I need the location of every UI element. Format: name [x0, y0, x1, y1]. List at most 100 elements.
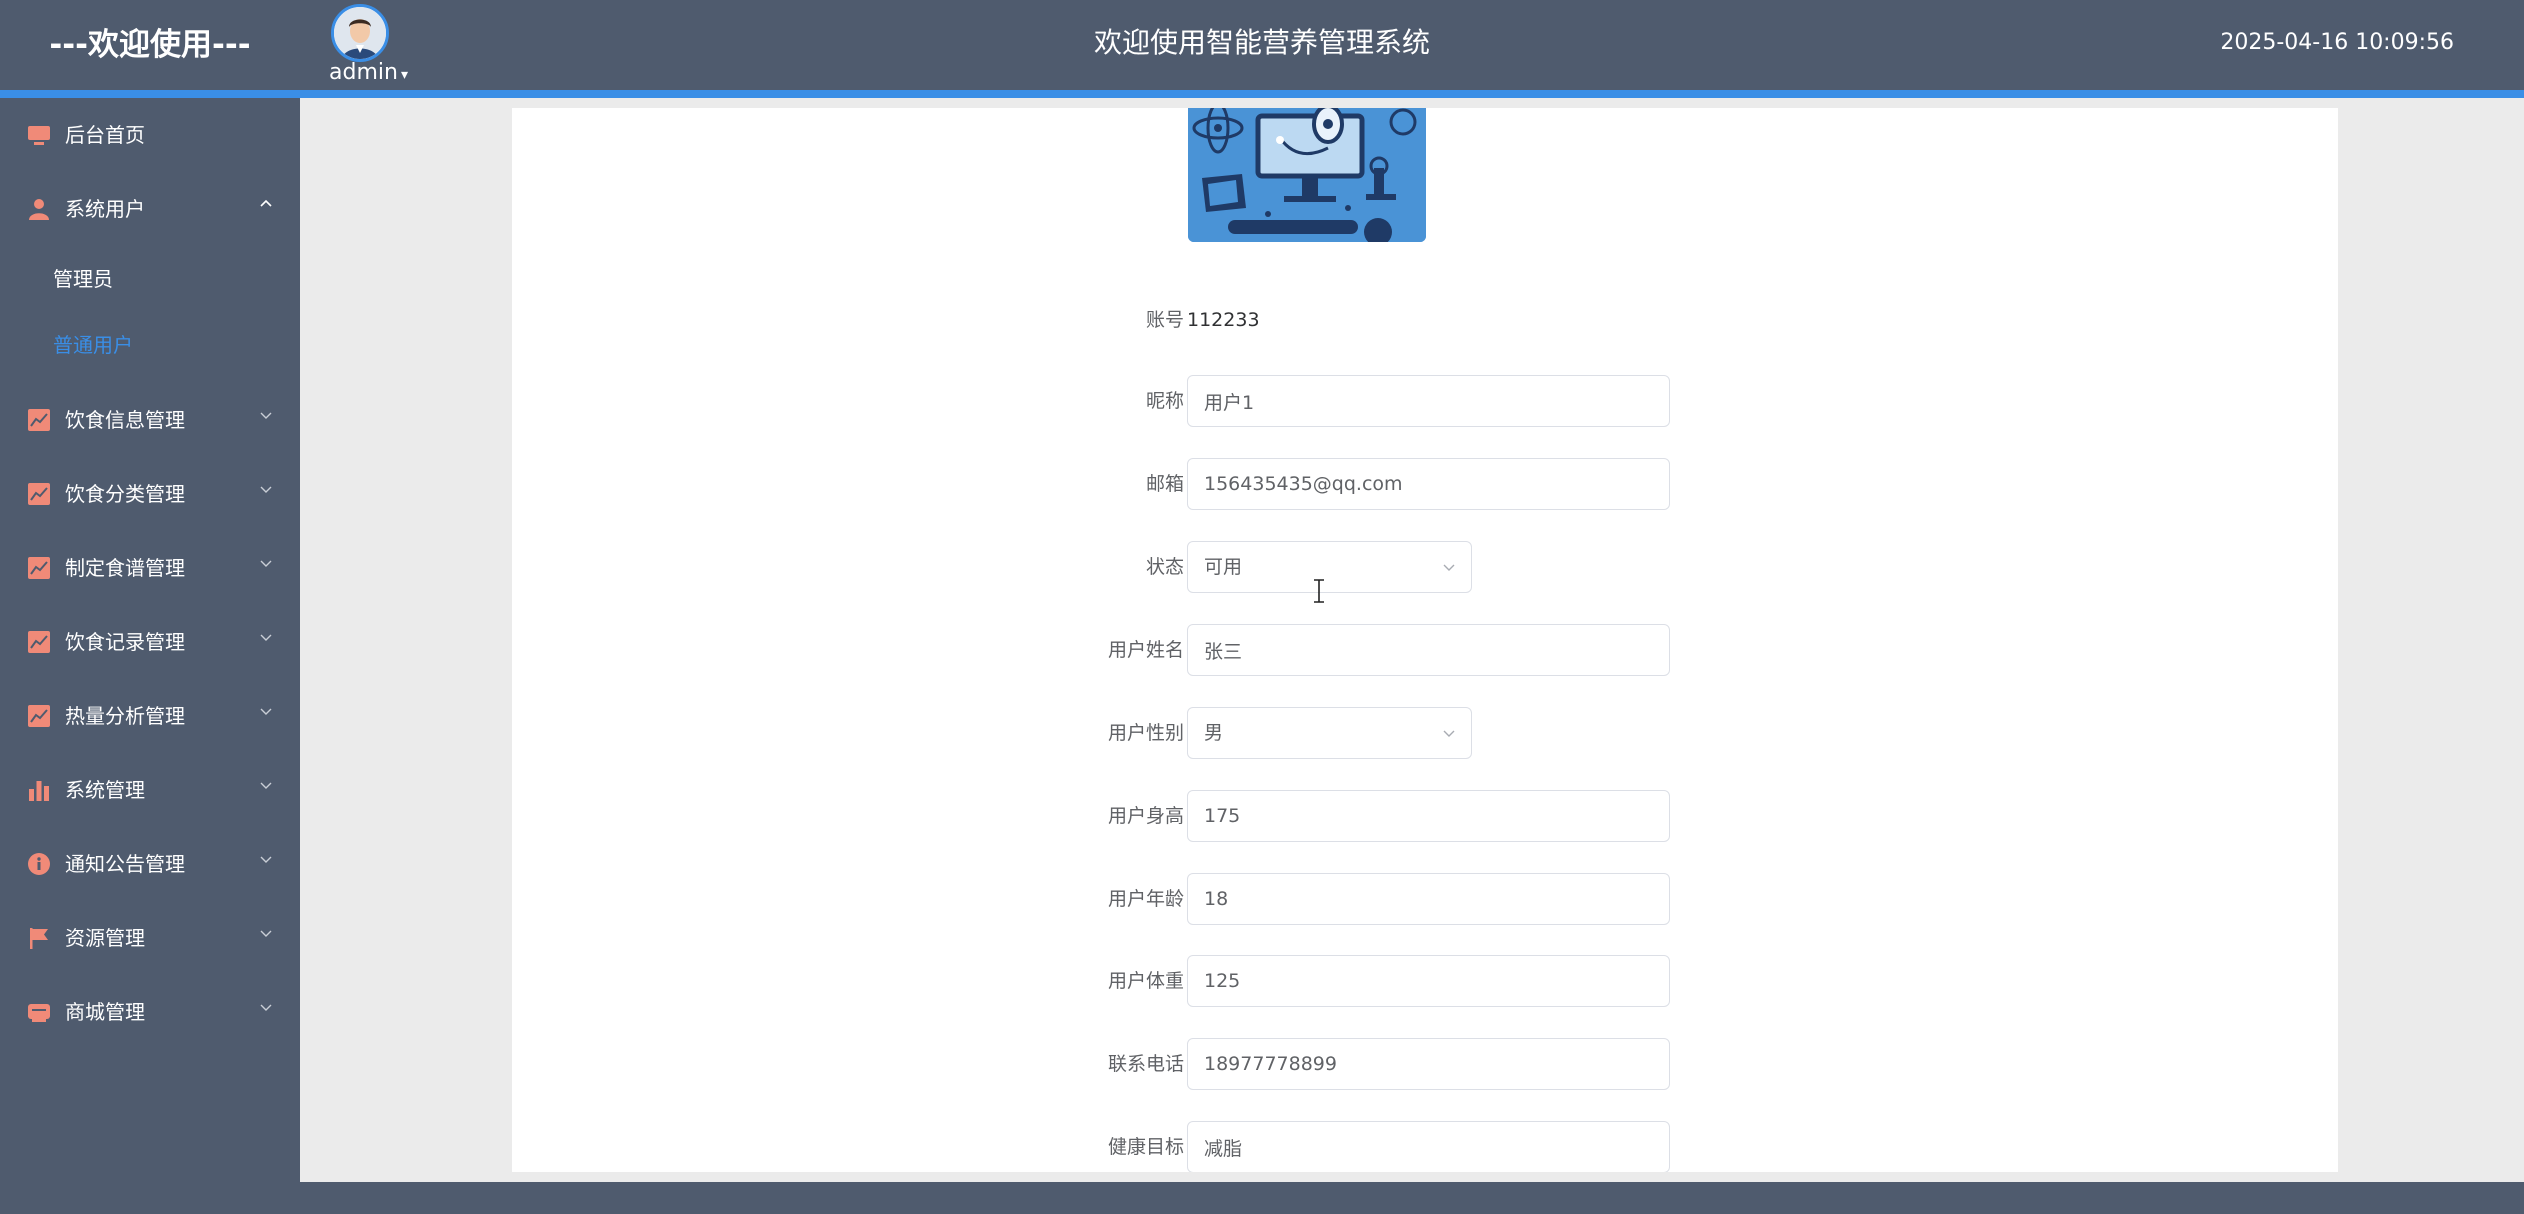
- chart-line-icon: [28, 483, 50, 505]
- sidebar-item-shop[interactable]: 商城管理: [0, 975, 300, 1049]
- avatar[interactable]: [331, 4, 389, 62]
- name-input[interactable]: [1187, 624, 1670, 676]
- form-row-email: 邮箱: [512, 456, 2338, 512]
- sidebar-item-diet-category[interactable]: 饮食分类管理: [0, 457, 300, 531]
- age-input[interactable]: [1187, 873, 1670, 925]
- bar-chart-icon: [29, 781, 49, 801]
- datetime-display: 2025-04-16 10:09:56: [2220, 30, 2454, 55]
- sidebar-item-label: 饮食记录管理: [65, 630, 185, 654]
- user-detail-card: 账号 112233 昵称 邮箱 状态 可用 用户姓名 用户性别: [512, 108, 2338, 1172]
- account-label: 账号: [1145, 309, 1184, 331]
- user-icon: [29, 199, 49, 220]
- brand-title: ---欢迎使用---: [49, 27, 251, 63]
- nickname-label: 昵称: [1145, 390, 1184, 412]
- status-label: 状态: [1145, 556, 1184, 578]
- form-row-weight: 用户体重: [512, 953, 2338, 1009]
- email-input[interactable]: [1187, 458, 1670, 510]
- sidebar-item-diet-record[interactable]: 饮食记录管理: [0, 605, 300, 679]
- science-illustration-icon: [1188, 108, 1426, 242]
- sidebar-item-notice[interactable]: 通知公告管理: [0, 827, 300, 901]
- monitor-icon: [28, 126, 50, 145]
- header-accent-bar: [0, 90, 2524, 98]
- form-row-name: 用户姓名: [512, 622, 2338, 678]
- user-cover-image: [1188, 108, 1426, 242]
- bottom-strip: [300, 1182, 2524, 1214]
- gender-label: 用户性别: [1107, 722, 1184, 744]
- chevron-down-icon: [260, 486, 272, 493]
- flag-icon: [30, 928, 48, 949]
- name-label: 用户姓名: [1107, 639, 1184, 661]
- sidebar-subitem-label: 管理员: [53, 267, 113, 291]
- form-row-status: 状态 可用: [512, 539, 2338, 595]
- weight-label: 用户体重: [1107, 970, 1184, 992]
- chart-line-icon: [28, 705, 50, 727]
- sidebar-item-label: 通知公告管理: [65, 852, 185, 876]
- shop-icon: [28, 1004, 50, 1022]
- chevron-down-icon: [260, 634, 272, 641]
- sidebar-item-system-users[interactable]: 系统用户: [0, 172, 300, 246]
- chevron-down-icon: [260, 708, 272, 715]
- sidebar-item-resource[interactable]: 资源管理: [0, 901, 300, 975]
- gender-selected-value: 男: [1204, 722, 1224, 744]
- form-row-height: 用户身高: [512, 788, 2338, 844]
- sidebar-item-label: 系统管理: [65, 778, 145, 802]
- username: admin: [329, 60, 398, 85]
- chart-line-icon: [28, 631, 50, 653]
- text-cursor-icon: [1314, 579, 1324, 603]
- avatar-portrait-icon: [334, 7, 386, 59]
- gender-select[interactable]: 男: [1187, 707, 1472, 759]
- health-goal-input[interactable]: [1187, 1121, 1670, 1172]
- form-row-health-goal: 健康目标: [512, 1119, 2338, 1172]
- sidebar-item-label: 商城管理: [65, 1000, 145, 1024]
- account-value: 112233: [1187, 309, 1260, 331]
- form-row-age: 用户年龄: [512, 871, 2338, 927]
- sidebar-item-diet-info[interactable]: 饮食信息管理: [0, 383, 300, 457]
- chart-line-icon: [28, 409, 50, 431]
- chevron-down-icon: [260, 1004, 272, 1011]
- sidebar-item-label: 系统用户: [65, 197, 145, 221]
- chevron-down-icon: ▾: [400, 67, 408, 83]
- form-row-gender: 用户性别 男: [512, 705, 2338, 761]
- main-content: 账号 112233 昵称 邮箱 状态 可用 用户姓名 用户性别: [300, 98, 2524, 1182]
- sidebar: 后台首页 系统用户 管理员 普通用户 饮食信息管理 饮食分类管理 制定食谱管理 …: [0, 98, 300, 1182]
- nickname-input[interactable]: [1187, 375, 1670, 427]
- chevron-down-icon: [1443, 730, 1455, 737]
- sidebar-subitem-regular-users[interactable]: 普通用户: [0, 312, 300, 378]
- health-goal-label: 健康目标: [1107, 1136, 1184, 1158]
- chevron-up-icon: [260, 199, 272, 207]
- sidebar-item-dashboard[interactable]: 后台首页: [0, 98, 300, 172]
- form-row-nickname: 昵称: [512, 373, 2338, 429]
- sidebar-item-label: 资源管理: [65, 926, 145, 950]
- status-select[interactable]: 可用: [1187, 541, 1472, 593]
- sidebar-subitem-label: 普通用户: [53, 333, 133, 357]
- height-input[interactable]: [1187, 790, 1670, 842]
- phone-input[interactable]: [1187, 1038, 1670, 1090]
- user-dropdown[interactable]: admin ▾: [329, 60, 408, 85]
- top-header: ---欢迎使用--- admin ▾ 欢迎使用智能营养管理系统 2025-04-1…: [0, 0, 2524, 90]
- sidebar-item-label: 热量分析管理: [65, 704, 185, 728]
- sidebar-item-label: 后台首页: [65, 123, 145, 147]
- form-row-phone: 联系电话: [512, 1036, 2338, 1092]
- chevron-down-icon: [260, 560, 272, 567]
- sidebar-item-recipe[interactable]: 制定食谱管理: [0, 531, 300, 605]
- chevron-down-icon: [260, 856, 272, 863]
- chevron-down-icon: [260, 930, 272, 937]
- height-label: 用户身高: [1107, 805, 1184, 827]
- age-label: 用户年龄: [1107, 888, 1184, 910]
- sidebar-subitem-admin[interactable]: 管理员: [0, 246, 300, 312]
- phone-label: 联系电话: [1107, 1053, 1184, 1075]
- weight-input[interactable]: [1187, 955, 1670, 1007]
- sidebar-item-label: 制定食谱管理: [65, 556, 185, 580]
- info-icon: [28, 853, 50, 875]
- chevron-down-icon: [260, 782, 272, 789]
- sidebar-item-calorie[interactable]: 热量分析管理: [0, 679, 300, 753]
- form-row-account: 账号 112233: [512, 292, 2338, 348]
- email-label: 邮箱: [1145, 473, 1184, 495]
- sidebar-item-label: 饮食分类管理: [65, 482, 185, 506]
- chart-line-icon: [28, 557, 50, 579]
- chevron-down-icon: [1443, 564, 1455, 571]
- sidebar-item-label: 饮食信息管理: [65, 408, 185, 432]
- chevron-down-icon: [260, 412, 272, 419]
- sidebar-item-system[interactable]: 系统管理: [0, 753, 300, 827]
- status-selected-value: 可用: [1204, 556, 1243, 578]
